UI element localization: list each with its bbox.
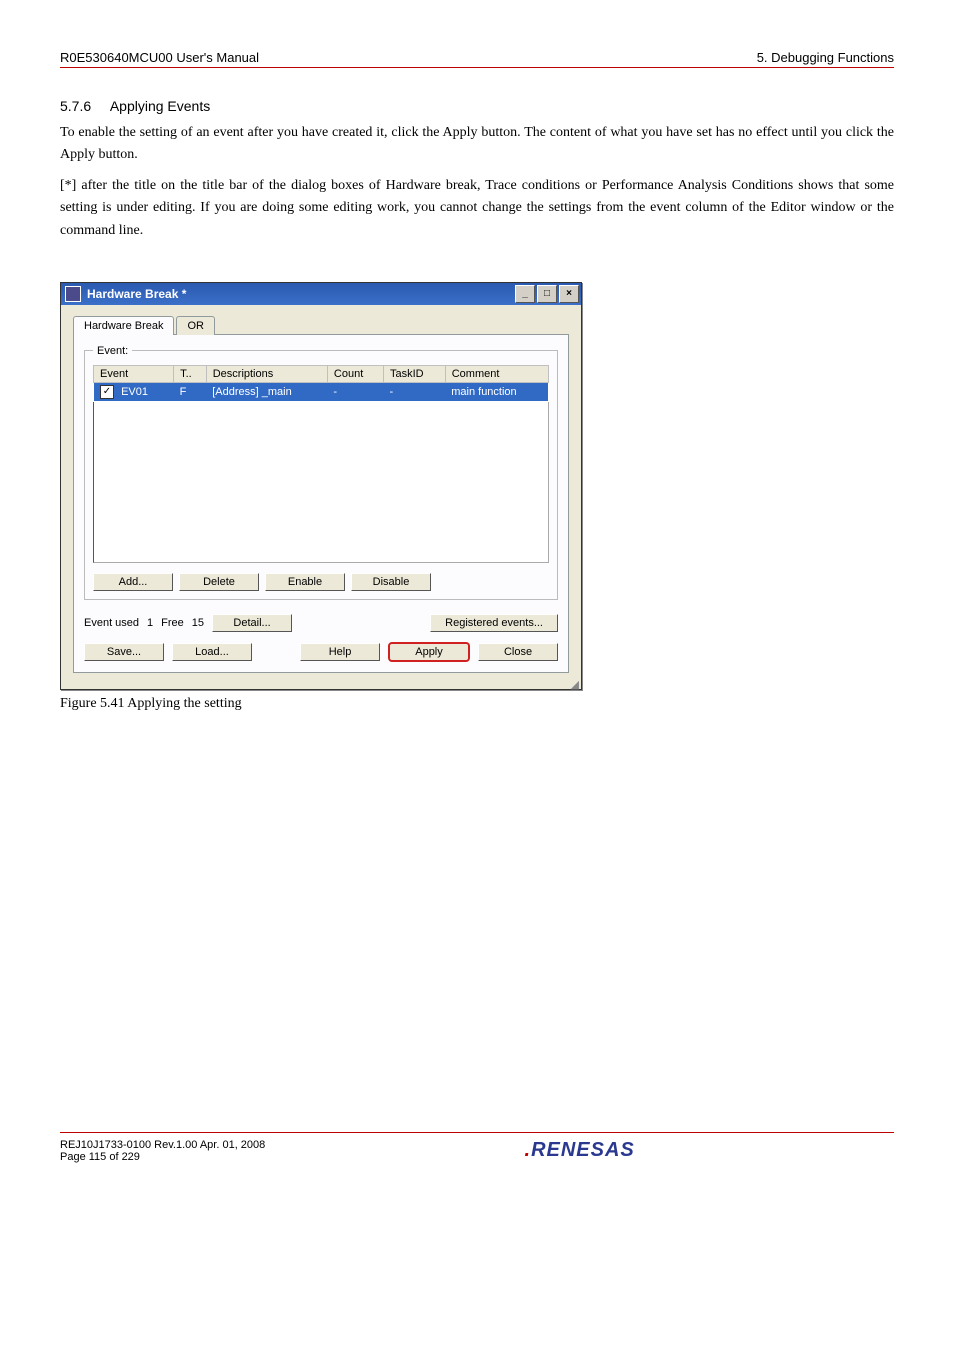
col-count[interactable]: Count	[327, 365, 383, 382]
table-row[interactable]: ✓ EV01 F [Address] _main - - main functi…	[94, 382, 549, 401]
enable-button[interactable]: Enable	[265, 573, 345, 591]
col-taskid[interactable]: TaskID	[383, 365, 445, 382]
tab-hardware-break[interactable]: Hardware Break	[73, 316, 174, 335]
registered-events-button[interactable]: Registered events...	[430, 614, 558, 632]
header-right: 5. Debugging Functions	[757, 50, 894, 65]
eventused-label: Event used	[84, 617, 139, 629]
event-type: F	[174, 382, 207, 401]
section-title: Applying Events	[110, 98, 210, 114]
figure-caption: Figure 5.41 Applying the setting	[60, 696, 894, 712]
add-button[interactable]: Add...	[93, 573, 173, 591]
col-comment[interactable]: Comment	[445, 365, 548, 382]
renesas-logo: .RENESAS	[265, 1139, 894, 1162]
eventused-value: 1	[147, 617, 153, 629]
event-comment: main function	[445, 382, 548, 401]
footer-line1: REJ10J1733-0100 Rev.1.00 Apr. 01, 2008	[60, 1139, 265, 1151]
titlebar[interactable]: Hardware Break * _ □ ×	[61, 283, 581, 305]
free-value: 15	[192, 617, 204, 629]
table-header-row: Event T.. Descriptions Count TaskID Comm…	[94, 365, 549, 382]
header-left: R0E530640MCU00 User's Manual	[60, 50, 259, 65]
event-name: EV01	[121, 386, 148, 398]
event-checkbox[interactable]: ✓	[100, 385, 114, 399]
footer-line2: Page 115 of 229	[60, 1151, 265, 1163]
header-rule	[60, 67, 894, 68]
delete-button[interactable]: Delete	[179, 573, 259, 591]
paragraph-1: To enable the setting of an event after …	[60, 122, 894, 167]
section-number: 5.7.6	[60, 98, 91, 114]
page-footer: REJ10J1733-0100 Rev.1.00 Apr. 01, 2008 P…	[60, 1132, 894, 1163]
maximize-button[interactable]: □	[537, 285, 557, 303]
hardware-break-dialog: Hardware Break * _ □ × Hardware Break OR…	[60, 282, 582, 690]
load-button[interactable]: Load...	[172, 643, 252, 661]
window-title: Hardware Break *	[87, 287, 186, 301]
event-fieldset: Event: Event T.. Descriptions Count Task…	[84, 345, 558, 600]
disable-button[interactable]: Disable	[351, 573, 431, 591]
event-list-area[interactable]	[93, 402, 549, 563]
detail-button[interactable]: Detail...	[212, 614, 292, 632]
event-legend: Event:	[93, 345, 132, 357]
paragraph-2: [*] after the title on the title bar of …	[60, 175, 894, 242]
resize-grip-icon[interactable]: ◢	[61, 681, 581, 689]
event-task: -	[383, 382, 445, 401]
col-descriptions[interactable]: Descriptions	[206, 365, 327, 382]
save-button[interactable]: Save...	[84, 643, 164, 661]
tab-or[interactable]: OR	[176, 316, 215, 335]
event-count: -	[327, 382, 383, 401]
close-window-button[interactable]: ×	[559, 285, 579, 303]
col-event[interactable]: Event	[94, 365, 174, 382]
close-button[interactable]: Close	[478, 643, 558, 661]
event-desc: [Address] _main	[206, 382, 327, 401]
app-icon	[65, 286, 81, 302]
apply-button[interactable]: Apply	[388, 642, 470, 662]
event-table: Event T.. Descriptions Count TaskID Comm…	[93, 365, 549, 402]
help-button[interactable]: Help	[300, 643, 380, 661]
col-type[interactable]: T..	[174, 365, 207, 382]
minimize-button[interactable]: _	[515, 285, 535, 303]
free-label: Free	[161, 617, 184, 629]
